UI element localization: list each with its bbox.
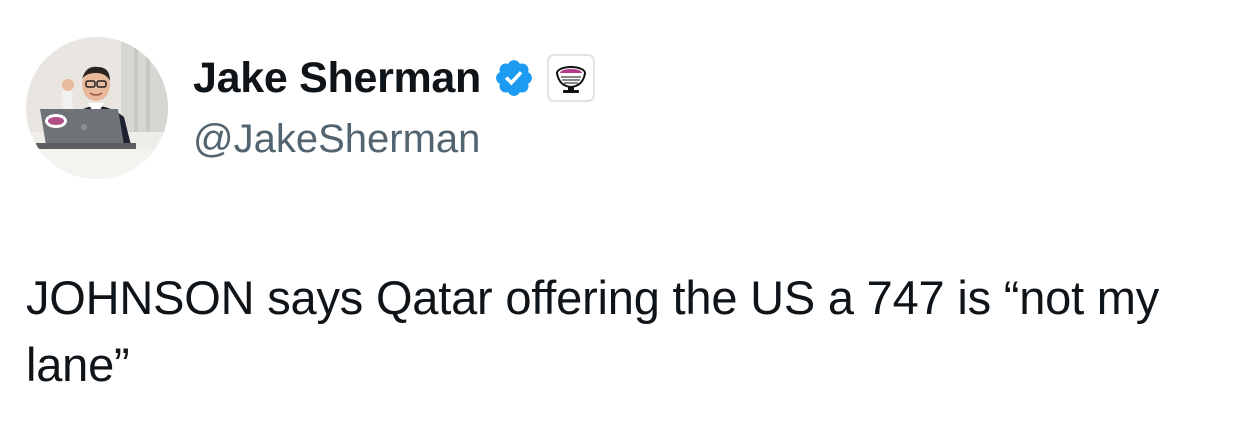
author-name-row: Jake Sherman — [193, 50, 596, 106]
tweet-card: Jake Sherman @JakeSherman JOHNSON says Q… — [0, 0, 1247, 440]
author-display-name[interactable]: Jake Sherman — [193, 56, 481, 100]
author-avatar[interactable] — [26, 37, 168, 179]
author-handle[interactable]: @JakeSherman — [193, 117, 480, 161]
affiliation-punchbowl-icon[interactable] — [547, 54, 596, 102]
avatar-photo-icon — [26, 37, 168, 179]
tweet-text: JOHNSON says Qatar offering the US a 747… — [26, 271, 1160, 391]
verified-badge-icon[interactable] — [493, 57, 535, 99]
